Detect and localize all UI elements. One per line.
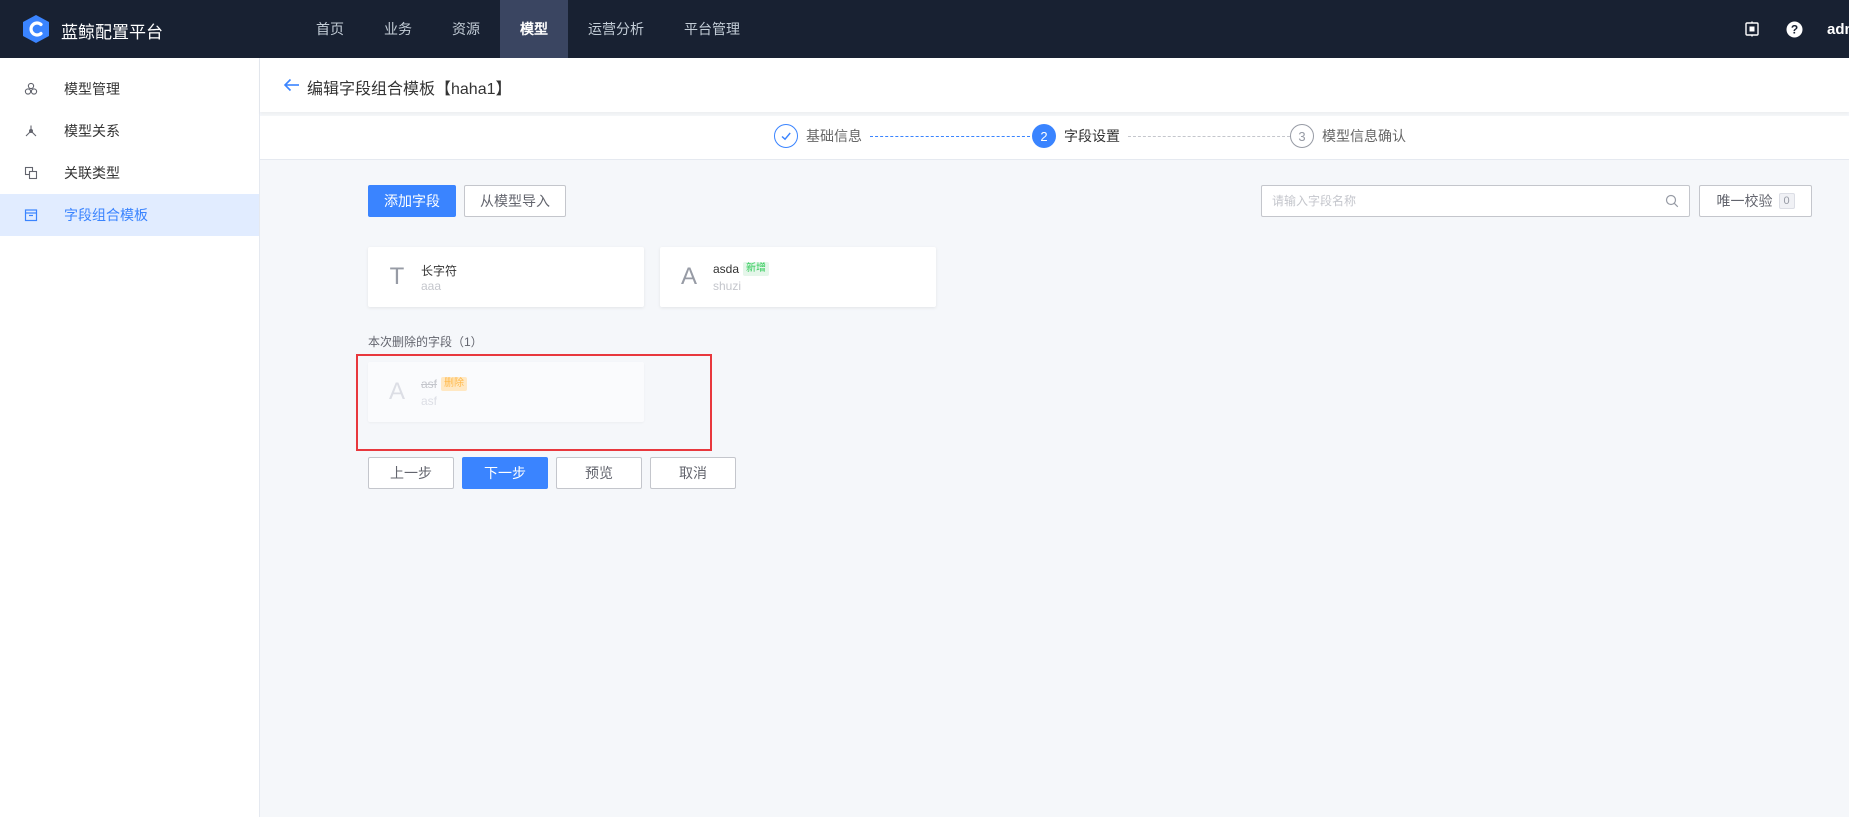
step-number: 3: [1290, 124, 1314, 148]
deleted-fields-label: 本次删除的字段（1）: [368, 335, 483, 349]
text-type-icon: T: [389, 263, 405, 290]
sidebar-item-label: 模型关系: [64, 123, 120, 139]
new-tag: 新增: [743, 262, 770, 276]
sidebar-item-label: 字段组合模板: [64, 207, 148, 223]
prev-step-button[interactable]: 上一步: [368, 457, 454, 489]
import-from-model-button[interactable]: 从模型导入: [464, 185, 566, 217]
sidebar-item-model-manage[interactable]: 模型管理: [0, 68, 259, 110]
unique-count-badge: 0: [1778, 193, 1795, 209]
bk-logo-icon[interactable]: [22, 14, 50, 44]
page-title: 编辑字段组合模板【haha1】: [307, 81, 512, 98]
nav-item-home[interactable]: 首页: [296, 0, 364, 58]
nav-item-model[interactable]: 模型: [500, 0, 568, 58]
sidebar: 模型管理 模型关系 关联类型 字段组合模板: [0, 58, 260, 817]
field-name: 长字符: [421, 262, 457, 279]
unique-check-label: 唯一校验: [1716, 193, 1773, 209]
field-name-text: 长字符: [421, 264, 458, 278]
char-type-icon: A: [680, 263, 697, 290]
field-id: shuzi: [713, 279, 742, 293]
app-brand[interactable]: 蓝鲸配置平台: [61, 18, 163, 43]
search-icon[interactable]: [1665, 194, 1679, 208]
nav-item-business[interactable]: 业务: [364, 0, 432, 58]
back-arrow-icon[interactable]: [282, 75, 302, 95]
next-step-button[interactable]: 下一步: [462, 457, 548, 489]
step-confirm-model: 3 模型信息确认: [1290, 124, 1406, 148]
step-basic-info: 基础信息: [774, 124, 862, 148]
model-relation-icon: [24, 124, 38, 138]
step-field-settings: 2 字段设置: [1032, 124, 1120, 148]
help-icon[interactable]: ?: [1785, 20, 1803, 38]
field-card[interactable]: A asda 新增 shuzi: [660, 247, 936, 307]
step-number: 2: [1032, 124, 1056, 148]
field-name-text: asda: [713, 262, 740, 276]
cancel-button[interactable]: 取消: [650, 457, 736, 489]
step-indicator: 基础信息 2 字段设置 3 模型信息确认: [260, 116, 1849, 160]
step-connector: [870, 136, 1030, 137]
sidebar-item-label: 模型管理: [64, 81, 120, 97]
sidebar-item-field-template[interactable]: 字段组合模板: [0, 194, 259, 236]
step-label: 字段设置: [1064, 128, 1120, 144]
sidebar-item-label: 关联类型: [64, 165, 120, 181]
step-label: 基础信息: [806, 128, 862, 144]
nav-item-resource[interactable]: 资源: [432, 0, 500, 58]
svg-text:?: ?: [1790, 22, 1797, 36]
unique-check-button[interactable]: 唯一校验 0: [1699, 185, 1812, 217]
highlight-annotation-box: [356, 354, 712, 451]
sidebar-item-association-type[interactable]: 关联类型: [0, 152, 259, 194]
user-name[interactable]: admin: [1827, 21, 1849, 38]
top-right-tools: ? admin: [1743, 0, 1849, 58]
field-card[interactable]: T 长字符 aaa: [368, 247, 644, 307]
preview-button[interactable]: 预览: [556, 457, 642, 489]
step-connector: [1128, 136, 1290, 137]
association-type-icon: [24, 166, 38, 180]
step-label: 模型信息确认: [1322, 128, 1406, 144]
nav-item-analysis[interactable]: 运营分析: [568, 0, 664, 58]
field-template-icon: [24, 208, 38, 222]
top-bar: 蓝鲸配置平台 首页 业务 资源 模型 运营分析 平台管理 ? admin: [0, 0, 1849, 58]
model-manage-icon: [24, 82, 38, 96]
search-input[interactable]: [1262, 186, 1642, 216]
field-name: asda 新增: [713, 262, 770, 276]
nav-item-platform[interactable]: 平台管理: [664, 0, 760, 58]
guide-icon[interactable]: [1743, 20, 1761, 38]
field-id: aaa: [421, 279, 442, 293]
sidebar-item-model-relation[interactable]: 模型关系: [0, 110, 259, 152]
main-nav: 首页 业务 资源 模型 运营分析 平台管理: [296, 0, 760, 58]
check-icon: [774, 124, 798, 148]
add-field-button[interactable]: 添加字段: [368, 185, 456, 217]
page-header: 编辑字段组合模板【haha1】: [260, 58, 1849, 112]
field-search: [1261, 185, 1690, 217]
